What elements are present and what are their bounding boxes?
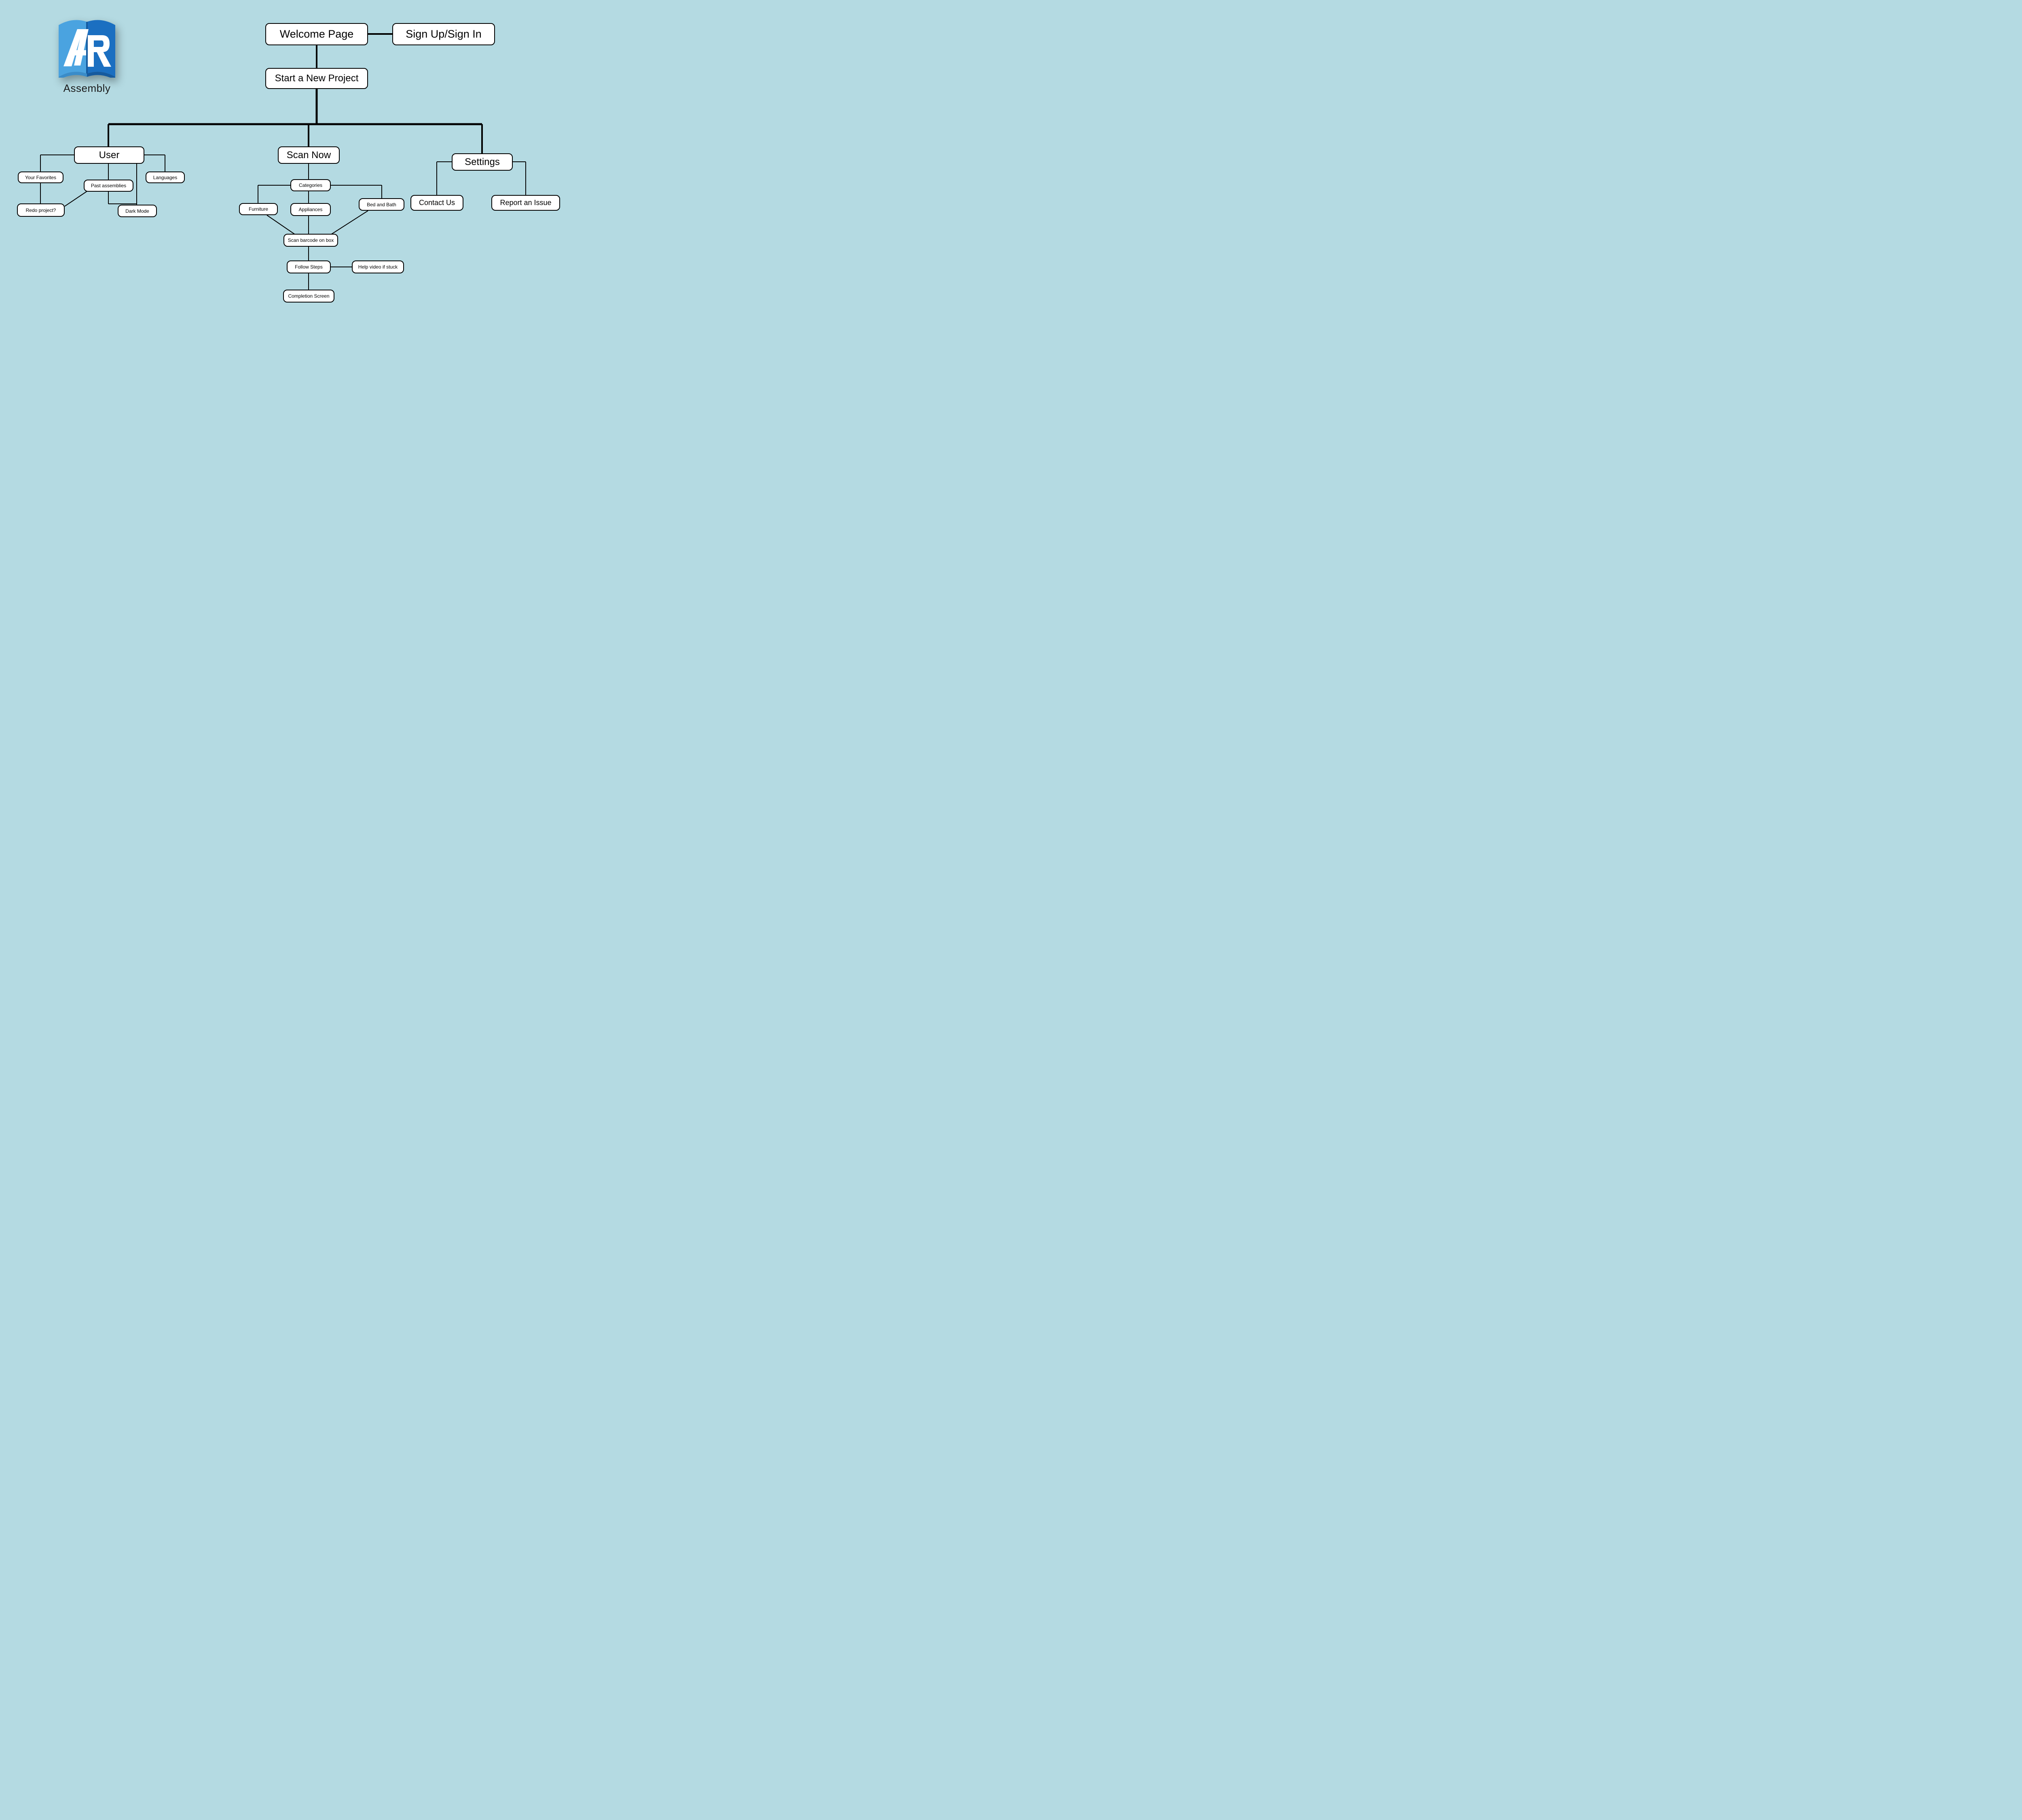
node-label: Dark Mode xyxy=(125,208,149,214)
node-label: Categories xyxy=(299,182,322,188)
node-label: Your Favorites xyxy=(25,175,56,180)
node-languages: Languages xyxy=(146,171,185,183)
brand-name: Assembly xyxy=(47,82,127,95)
node-label: Appliances xyxy=(299,207,323,212)
node-completion-screen: Completion Screen xyxy=(283,290,334,303)
node-redo-project: Redo project? xyxy=(17,203,65,217)
node-label: Follow Steps xyxy=(295,264,323,270)
node-start-new-project: Start a New Project xyxy=(265,68,368,89)
node-welcome-page: Welcome Page xyxy=(265,23,368,45)
sitemap-diagram: Assembly xyxy=(0,0,607,341)
node-label: Help video if stuck xyxy=(358,264,398,270)
node-categories: Categories xyxy=(290,179,331,191)
node-label: Completion Screen xyxy=(288,293,329,299)
node-label: Languages xyxy=(153,175,177,180)
node-label: User xyxy=(99,150,120,161)
node-label: Furniture xyxy=(249,206,268,212)
node-appliances: Appliances xyxy=(290,203,331,216)
node-dark-mode: Dark Mode xyxy=(118,205,157,217)
node-report-an-issue: Report an Issue xyxy=(491,195,560,211)
node-signup-signin: Sign Up/Sign In xyxy=(392,23,495,45)
node-label: Contact Us xyxy=(419,199,455,207)
node-furniture: Furniture xyxy=(239,203,278,215)
node-contact-us: Contact Us xyxy=(410,195,463,211)
node-label: Bed and Bath xyxy=(367,202,396,207)
node-label: Welcome Page xyxy=(280,28,354,40)
node-label: Past assemblies xyxy=(91,183,126,188)
node-scan-barcode: Scan barcode on box xyxy=(283,234,338,247)
node-your-favorites: Your Favorites xyxy=(18,171,63,183)
node-past-assemblies: Past assemblies xyxy=(84,180,133,192)
node-label: Start a New Project xyxy=(275,73,359,84)
node-label: Scan Now xyxy=(287,150,331,161)
node-label: Sign Up/Sign In xyxy=(406,28,482,40)
book-ar-icon xyxy=(51,13,123,78)
node-label: Settings xyxy=(465,157,500,168)
node-follow-steps: Follow Steps xyxy=(287,260,331,273)
node-help-video: Help video if stuck xyxy=(352,260,404,273)
node-label: Scan barcode on box xyxy=(288,237,334,243)
node-settings: Settings xyxy=(452,153,513,171)
node-bed-and-bath: Bed and Bath xyxy=(359,198,404,211)
brand-logo: Assembly xyxy=(47,13,127,95)
node-label: Report an Issue xyxy=(500,199,551,207)
node-user: User xyxy=(74,146,144,164)
node-scan-now: Scan Now xyxy=(278,146,340,164)
node-label: Redo project? xyxy=(26,207,56,213)
